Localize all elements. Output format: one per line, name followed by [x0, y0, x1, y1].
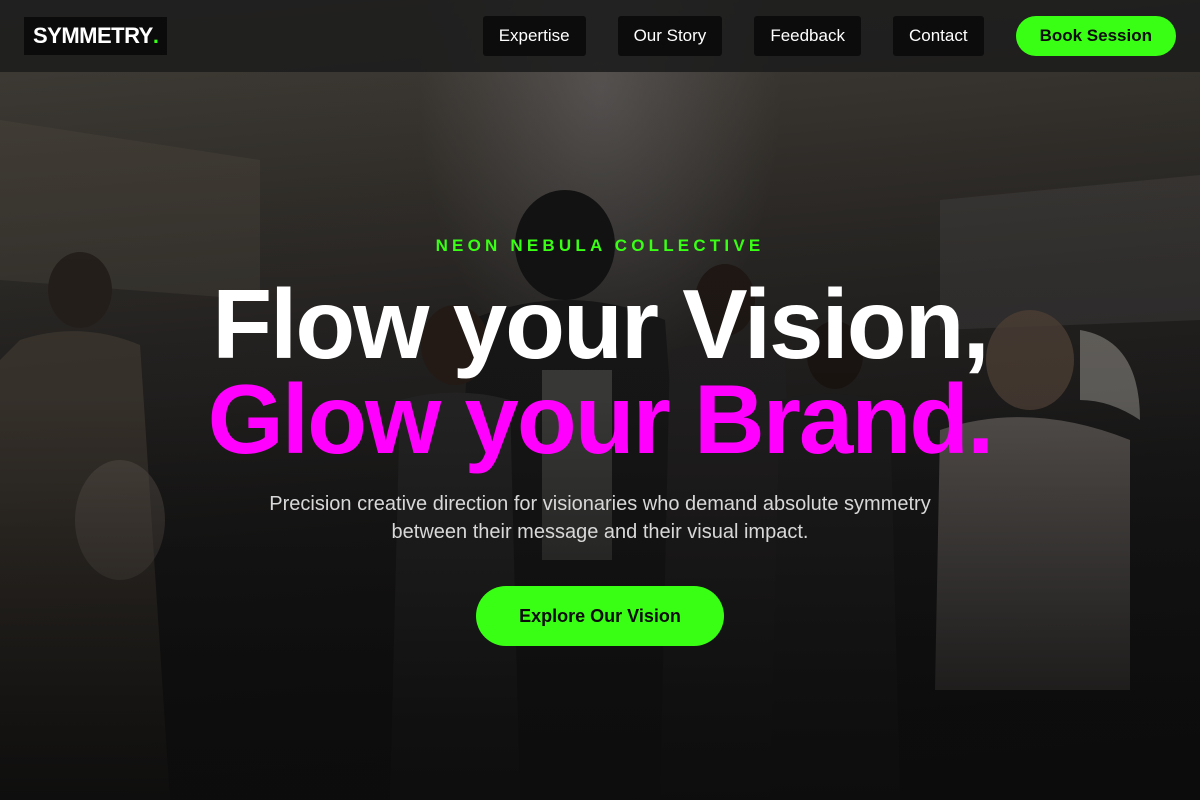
nav-item-feedback[interactable]: Feedback	[754, 16, 861, 56]
explore-vision-button[interactable]: Explore Our Vision	[476, 586, 724, 646]
logo[interactable]: SYMMETRY.	[24, 17, 168, 55]
nav-item-our-story[interactable]: Our Story	[617, 16, 723, 56]
hero-subtitle: Precision creative direction for visiona…	[269, 493, 931, 543]
logo-dot: .	[152, 23, 159, 48]
nav-item-contact[interactable]: Contact	[892, 16, 984, 56]
hero-section: NEON NEBULA COLLECTIVE Flow your Vision,…	[0, 0, 1200, 800]
nav-item-expertise[interactable]: Expertise	[482, 16, 586, 56]
hero-headline-line1: Flow your Vision,	[212, 269, 990, 379]
book-session-button[interactable]: Book Session	[1015, 16, 1176, 56]
main-nav: Expertise Our Story Feedback Contact Boo…	[482, 16, 1176, 56]
hero-headline-line2: Glow your Brand.	[207, 364, 995, 474]
hero-eyebrow: NEON NEBULA COLLECTIVE	[435, 236, 765, 255]
site-header: SYMMETRY. Expertise Our Story Feedback C…	[0, 0, 1200, 72]
logo-text: SYMMETRY	[33, 23, 153, 48]
